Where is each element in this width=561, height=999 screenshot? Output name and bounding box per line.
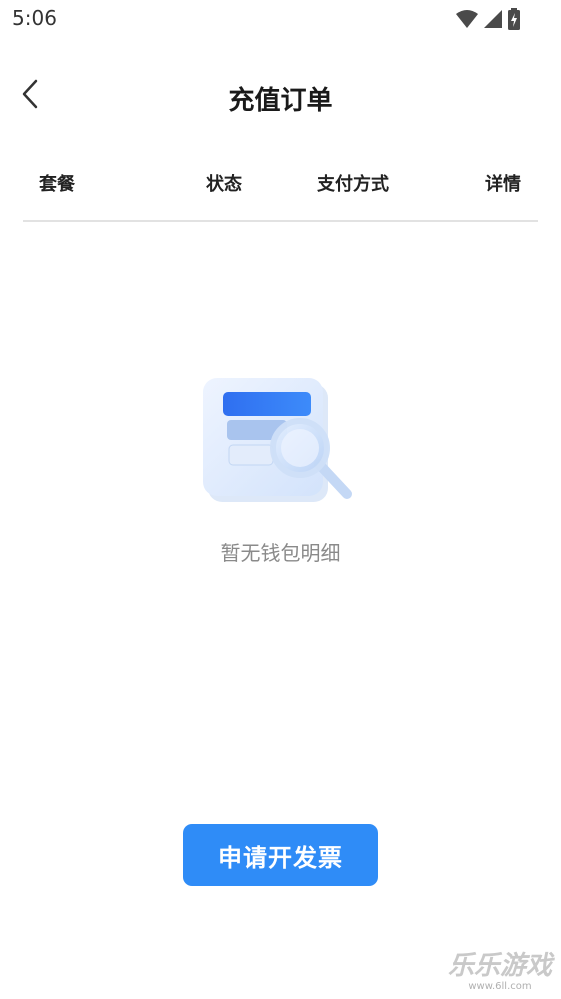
column-header-payment-method: 支付方式 [317, 174, 389, 195]
watermark-logo: 乐乐游戏 www.6ll.com [443, 951, 557, 995]
wifi-icon [456, 10, 478, 28]
status-icons [455, 8, 521, 30]
empty-state-illustration [195, 372, 365, 517]
apply-invoice-button[interactable]: 申请开发票 [183, 824, 378, 886]
watermark-url: www.6ll.com [468, 981, 532, 992]
column-header-package: 套餐 [39, 174, 75, 195]
table-header: 套餐 状态 支付方式 详情 [23, 150, 538, 222]
column-header-status: 状态 [206, 174, 242, 195]
empty-state-message: 暂无钱包明细 [220, 541, 341, 565]
document-search-icon [203, 378, 352, 502]
cell-signal-icon [484, 10, 502, 28]
column-header-details: 详情 [485, 174, 521, 195]
page-title: 充值订单 [228, 86, 333, 116]
watermark-title: 乐乐游戏 [447, 951, 552, 981]
screen: 5:06 充值订单 套餐 状态 支付方式 详情 暂无钱包明细 申请开发票 乐乐游… [0, 0, 561, 999]
status-time: 5:06 [12, 6, 57, 30]
battery-charging-icon [508, 8, 520, 30]
nav-bar: 充值订单 [0, 60, 561, 136]
status-bar: 5:06 [0, 0, 561, 40]
